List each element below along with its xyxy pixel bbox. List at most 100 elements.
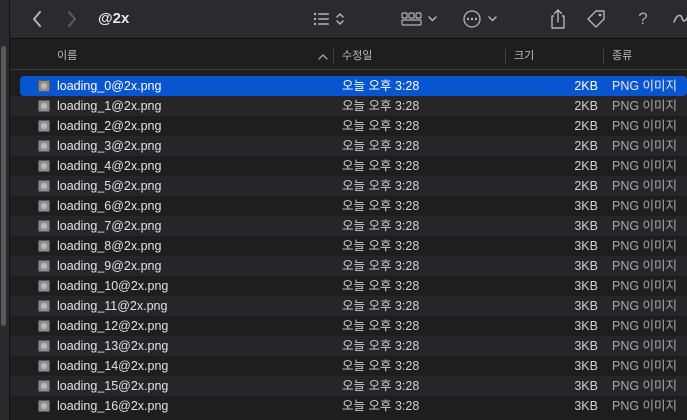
forward-button[interactable] bbox=[61, 0, 83, 38]
file-row[interactable]: loading_10@2x.png 오늘 오후 3:28 3KB PNG 이미지 bbox=[10, 276, 687, 296]
view-options-button[interactable] bbox=[312, 0, 350, 38]
png-file-icon bbox=[38, 220, 50, 232]
file-kind: PNG 이미지 bbox=[612, 399, 678, 413]
file-date: 오늘 오후 3:28 bbox=[342, 219, 420, 233]
file-kind: PNG 이미지 bbox=[612, 319, 678, 333]
file-name: loading_11@2x.png bbox=[57, 299, 168, 313]
file-size: 3KB bbox=[574, 379, 598, 393]
file-date: 오늘 오후 3:28 bbox=[342, 359, 420, 373]
file-date: 오늘 오후 3:28 bbox=[342, 239, 420, 253]
png-file-icon bbox=[38, 140, 50, 152]
more-button[interactable] bbox=[672, 0, 687, 38]
file-row[interactable]: loading_7@2x.png 오늘 오후 3:28 3KB PNG 이미지 bbox=[10, 216, 687, 236]
file-date: 오늘 오후 3:28 bbox=[342, 99, 420, 113]
png-file-icon bbox=[38, 80, 50, 92]
file-name: loading_16@2x.png bbox=[57, 399, 169, 413]
file-date: 오늘 오후 3:28 bbox=[342, 139, 420, 153]
file-kind: PNG 이미지 bbox=[612, 359, 678, 373]
file-row[interactable]: loading_6@2x.png 오늘 오후 3:28 3KB PNG 이미지 bbox=[10, 196, 687, 216]
file-row[interactable]: loading_2@2x.png 오늘 오후 3:28 2KB PNG 이미지 bbox=[10, 116, 687, 136]
file-size: 3KB bbox=[574, 239, 598, 253]
png-file-icon bbox=[38, 180, 50, 192]
column-header-date[interactable]: 수정일 bbox=[342, 44, 372, 69]
file-kind: PNG 이미지 bbox=[612, 119, 678, 133]
column-divider[interactable] bbox=[603, 49, 604, 64]
file-date: 오늘 오후 3:28 bbox=[342, 179, 420, 193]
column-divider[interactable] bbox=[333, 49, 334, 64]
file-row[interactable]: loading_13@2x.png 오늘 오후 3:28 3KB PNG 이미지 bbox=[10, 336, 687, 356]
list-view-icon bbox=[313, 12, 344, 26]
png-file-icon bbox=[38, 280, 50, 292]
file-row[interactable]: loading_3@2x.png 오늘 오후 3:28 2KB PNG 이미지 bbox=[10, 136, 687, 156]
file-name: loading_10@2x.png bbox=[57, 279, 169, 293]
file-list: loading_0@2x.png 오늘 오후 3:28 2KB PNG 이미지 load… bbox=[10, 76, 687, 416]
file-date: 오늘 오후 3:28 bbox=[342, 259, 420, 273]
file-size: 3KB bbox=[574, 359, 598, 373]
file-date: 오늘 오후 3:28 bbox=[342, 319, 420, 333]
file-kind: PNG 이미지 bbox=[612, 219, 678, 233]
window-title: @2x bbox=[98, 10, 130, 27]
file-row[interactable]: loading_11@2x.png 오늘 오후 3:28 3KB PNG 이미지 bbox=[10, 296, 687, 316]
file-size: 3KB bbox=[574, 319, 598, 333]
share-button[interactable] bbox=[548, 0, 568, 38]
file-kind: PNG 이미지 bbox=[612, 299, 678, 313]
png-file-icon bbox=[38, 380, 50, 392]
file-name: loading_5@2x.png bbox=[57, 179, 162, 193]
file-row[interactable]: loading_16@2x.png 오늘 오후 3:28 3KB PNG 이미지 bbox=[10, 396, 687, 416]
file-kind: PNG 이미지 bbox=[612, 339, 678, 353]
file-size: 3KB bbox=[574, 399, 598, 413]
column-header-kind[interactable]: 종류 bbox=[612, 44, 632, 69]
png-file-icon bbox=[38, 120, 50, 132]
file-row[interactable]: loading_5@2x.png 오늘 오후 3:28 2KB PNG 이미지 bbox=[10, 176, 687, 196]
file-kind: PNG 이미지 bbox=[612, 139, 678, 153]
file-date: 오늘 오후 3:28 bbox=[342, 379, 420, 393]
file-row[interactable]: loading_0@2x.png 오늘 오후 3:28 2KB PNG 이미지 bbox=[20, 76, 687, 96]
png-file-icon bbox=[38, 320, 50, 332]
file-kind: PNG 이미지 bbox=[612, 279, 678, 293]
file-row[interactable]: loading_4@2x.png 오늘 오후 3:28 2KB PNG 이미지 bbox=[10, 156, 687, 176]
toolbar: @2x ? bbox=[10, 0, 687, 39]
file-date: 오늘 오후 3:28 bbox=[342, 159, 420, 173]
group-button[interactable] bbox=[401, 0, 441, 38]
png-file-icon bbox=[38, 100, 50, 112]
png-file-icon bbox=[38, 260, 50, 272]
png-file-icon bbox=[38, 200, 50, 212]
png-file-icon bbox=[38, 340, 50, 352]
column-header-name[interactable]: 이름 bbox=[57, 44, 77, 69]
file-size: 2KB bbox=[574, 99, 598, 113]
sort-ascending-icon[interactable] bbox=[318, 44, 328, 69]
file-size: 2KB bbox=[574, 139, 598, 153]
file-kind: PNG 이미지 bbox=[612, 239, 678, 253]
back-button[interactable] bbox=[26, 0, 48, 38]
column-divider[interactable] bbox=[505, 49, 506, 64]
help-button[interactable]: ? bbox=[635, 0, 651, 38]
column-header-size[interactable]: 크기 bbox=[514, 44, 534, 69]
chevron-left-icon bbox=[33, 11, 41, 27]
file-size: 3KB bbox=[574, 279, 598, 293]
file-name: loading_9@2x.png bbox=[57, 259, 162, 273]
file-row[interactable]: loading_8@2x.png 오늘 오후 3:28 3KB PNG 이미지 bbox=[10, 236, 687, 256]
file-row[interactable]: loading_14@2x.png 오늘 오후 3:28 3KB PNG 이미지 bbox=[10, 356, 687, 376]
file-row[interactable]: loading_1@2x.png 오늘 오후 3:28 2KB PNG 이미지 bbox=[10, 96, 687, 116]
action-button[interactable] bbox=[461, 0, 503, 38]
tag-icon bbox=[587, 10, 605, 28]
file-kind: PNG 이미지 bbox=[612, 99, 678, 113]
file-kind: PNG 이미지 bbox=[612, 199, 678, 213]
file-row[interactable]: loading_12@2x.png 오늘 오후 3:28 3KB PNG 이미지 bbox=[10, 316, 687, 336]
file-size: 3KB bbox=[574, 259, 598, 273]
file-name: loading_0@2x.png bbox=[57, 79, 162, 93]
file-name: loading_3@2x.png bbox=[57, 139, 162, 153]
file-size: 3KB bbox=[574, 339, 598, 353]
file-kind: PNG 이미지 bbox=[612, 259, 678, 273]
file-size: 3KB bbox=[574, 199, 598, 213]
file-size: 2KB bbox=[574, 79, 598, 93]
tag-button[interactable] bbox=[584, 0, 608, 38]
sidebar-scrollbar[interactable] bbox=[1, 46, 6, 326]
file-name: loading_13@2x.png bbox=[57, 339, 169, 353]
file-name: loading_12@2x.png bbox=[57, 319, 169, 333]
file-name: loading_2@2x.png bbox=[57, 119, 162, 133]
file-name: loading_15@2x.png bbox=[57, 379, 169, 393]
file-row[interactable]: loading_9@2x.png 오늘 오후 3:28 3KB PNG 이미지 bbox=[10, 256, 687, 276]
ellipsis-circle-icon bbox=[463, 10, 497, 28]
file-row[interactable]: loading_15@2x.png 오늘 오후 3:28 3KB PNG 이미지 bbox=[10, 376, 687, 396]
